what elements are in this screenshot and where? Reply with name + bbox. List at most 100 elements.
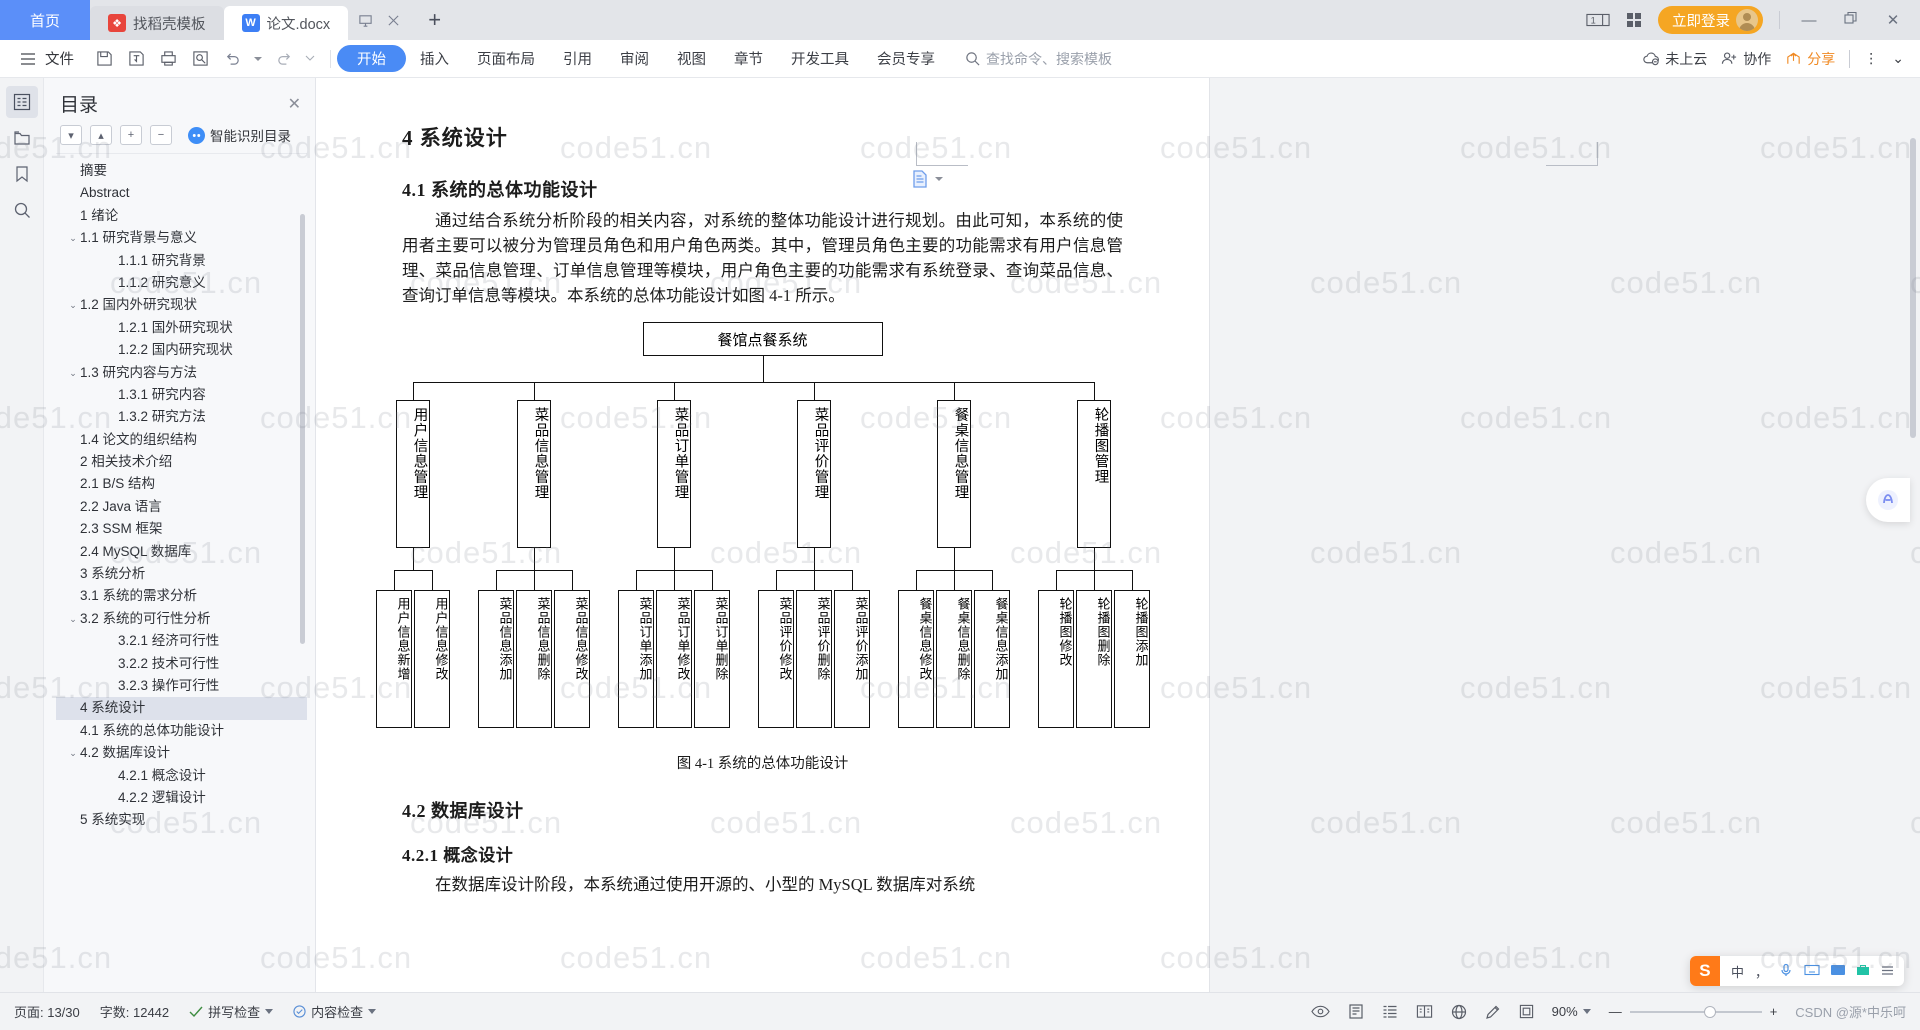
smart-toc-button[interactable]: 智能识别目录 (188, 125, 291, 145)
decrease-level-icon[interactable]: − (150, 125, 172, 145)
read-view-icon[interactable] (1416, 1004, 1433, 1019)
web-view-icon[interactable] (1382, 1004, 1398, 1019)
ime-lang-label[interactable]: 中 (1731, 962, 1744, 981)
toc-item[interactable]: 3 系统分析 (56, 563, 307, 585)
save-icon[interactable] (90, 46, 118, 72)
fit-page-icon[interactable] (1519, 1004, 1534, 1019)
grid-apps-icon[interactable] (1626, 12, 1642, 28)
tab-references[interactable]: 引用 (549, 45, 606, 72)
toc-item[interactable]: 2.1 B/S 结构 (56, 473, 307, 495)
spellcheck-button[interactable]: 拼写检查 (189, 1002, 274, 1021)
toc-item[interactable]: ⌄ 3.2 系统的可行性分析 (56, 608, 307, 630)
toc-item[interactable]: 2 相关技术介绍 (56, 451, 307, 473)
toc-item[interactable]: 摘要 (56, 160, 307, 182)
search-input[interactable]: 查找命令、搜索模板 (965, 49, 1112, 69)
search-panel-icon[interactable] (6, 194, 38, 226)
tab-dev-tools[interactable]: 开发工具 (777, 45, 863, 72)
zoom-level-label[interactable]: 90% (1552, 1004, 1591, 1019)
zoom-slider-track[interactable] (1629, 1005, 1762, 1018)
keyboard-icon[interactable] (1804, 964, 1820, 979)
contentcheck-button[interactable]: 内容检查 (293, 1002, 377, 1021)
chevron-down-icon[interactable]: ⌄ (66, 362, 80, 384)
page-indicator[interactable]: 页面: 13/30 (14, 1002, 80, 1021)
minimize-button[interactable]: — (1796, 12, 1822, 29)
toc-item[interactable]: 2.2 Java 语言 (56, 496, 307, 518)
outline-icon[interactable] (5, 86, 38, 118)
mic-icon[interactable] (1779, 963, 1793, 980)
expand-all-icon[interactable]: ▾ (60, 125, 82, 145)
toc-item[interactable]: 2.4 MySQL 数据库 (56, 541, 307, 563)
print-preview-icon[interactable] (186, 46, 214, 72)
increase-level-icon[interactable]: + (120, 125, 142, 145)
toc-item[interactable]: 1 绪论 (56, 205, 307, 227)
toc-item[interactable]: 1.1.1 研究背景 (56, 250, 307, 272)
document-scrollbar[interactable] (1910, 138, 1916, 438)
new-tab-button[interactable]: + (414, 0, 455, 40)
tab-start[interactable]: 开始 (337, 45, 406, 72)
toc-item[interactable]: 3.2.2 技术可行性 (56, 653, 307, 675)
sogou-ime-icon[interactable]: S (1689, 956, 1720, 986)
toc-item[interactable]: ⌄ 1.1 研究背景与意义 (56, 227, 307, 249)
tab-member-exclusive[interactable]: 会员专享 (863, 45, 949, 72)
word-count[interactable]: 字数: 12442 (100, 1002, 169, 1021)
document-area[interactable]: 4 系统设计 4.1 系统的总体功能设计 通过结合系统分析阶段的相关内容，对系统… (316, 78, 1920, 1030)
ai-assistant-icon[interactable] (1866, 478, 1910, 522)
toc-item[interactable]: ⌄ 1.3 研究内容与方法 (56, 362, 307, 384)
toc-item[interactable]: 4 系统设计 (56, 697, 307, 720)
toc-scrollbar[interactable] (300, 214, 305, 644)
chevron-down-icon[interactable]: ⌄ (66, 742, 80, 764)
eye-icon[interactable] (1310, 1005, 1330, 1018)
print-icon[interactable] (154, 46, 182, 72)
toc-item[interactable]: 3.2.3 操作可行性 (56, 675, 307, 697)
toc-item[interactable]: ⌄ 1.2 国内外研究现状 (56, 294, 307, 316)
zoom-out-button[interactable]: — (1609, 1004, 1622, 1019)
chevron-down-icon[interactable]: ⌄ (66, 608, 80, 630)
cloud-status-button[interactable]: 未上云 (1643, 49, 1707, 69)
paragraph-style-indicator[interactable] (912, 170, 943, 188)
globe-icon[interactable] (1451, 1004, 1467, 1020)
page-view-icon[interactable] (1348, 1004, 1364, 1019)
toc-item[interactable]: 2.3 SSM 框架 (56, 518, 307, 540)
collapse-ribbon-icon[interactable]: ⌄ (1892, 50, 1904, 67)
more-options-icon[interactable]: ⋮ (1864, 50, 1878, 67)
tab-chapter[interactable]: 章节 (720, 45, 777, 72)
tab-page-layout[interactable]: 页面布局 (463, 45, 549, 72)
tab-view[interactable]: 视图 (663, 45, 720, 72)
toc-item[interactable]: 3.1 系统的需求分析 (56, 585, 307, 607)
chevron-down-icon[interactable]: ⌄ (66, 227, 80, 249)
login-button[interactable]: 立即登录 (1658, 6, 1763, 34)
toc-item[interactable]: 4.2.1 概念设计 (56, 765, 307, 787)
tab-count-icon[interactable]: 1 (1586, 12, 1610, 28)
zoom-in-button[interactable]: + (1770, 1004, 1778, 1019)
chevron-down-icon[interactable]: ⌄ (66, 294, 80, 316)
collaborate-button[interactable]: 协作 (1721, 49, 1771, 69)
toc-item[interactable]: 3.2.1 经济可行性 (56, 630, 307, 652)
tab-docer-template[interactable]: ❖ 找稻壳模板 (90, 6, 224, 40)
toc-item[interactable]: 1.2.1 国外研究现状 (56, 317, 307, 339)
toc-item[interactable]: 4.2.2 逻辑设计 (56, 787, 307, 809)
tab-document[interactable]: W 论文.docx (223, 6, 349, 40)
toc-item[interactable]: Abstract (56, 182, 307, 204)
ime-punctuation[interactable]: ， (1755, 962, 1768, 981)
thumbnail-icon[interactable] (6, 122, 38, 154)
toc-item[interactable]: 4.1 系统的总体功能设计 (56, 720, 307, 742)
tab-review[interactable]: 审阅 (606, 45, 663, 72)
bookmark-icon[interactable] (6, 158, 38, 190)
zoom-slider[interactable]: — + (1609, 1004, 1778, 1019)
collapse-all-icon[interactable]: ▴ (90, 125, 112, 145)
save-as-icon[interactable] (122, 46, 150, 72)
table-icon[interactable] (1831, 964, 1845, 979)
undo-dropdown-icon[interactable] (250, 46, 266, 72)
redo-icon[interactable] (270, 46, 298, 72)
present-icon[interactable] (358, 13, 373, 28)
close-nav-panel-icon[interactable]: ✕ (288, 94, 301, 114)
ime-toolbar[interactable]: S 中 ， (1689, 956, 1904, 986)
zoom-slider-knob[interactable] (1703, 1005, 1716, 1018)
toc-item[interactable]: ⌄ 4.2 数据库设计 (56, 742, 307, 764)
close-window-button[interactable]: ✕ (1880, 11, 1906, 29)
file-menu-button[interactable]: 文件 (10, 48, 84, 69)
toc-item[interactable]: 1.4 论文的组织结构 (56, 429, 307, 451)
restore-button[interactable] (1838, 11, 1864, 29)
toc-list[interactable]: 摘要 Abstract 1 绪论 ⌄ 1.1 研究背景与意义 1.1.1 研究背景 1.1.… (56, 153, 307, 1030)
pen-icon[interactable] (1485, 1004, 1501, 1020)
